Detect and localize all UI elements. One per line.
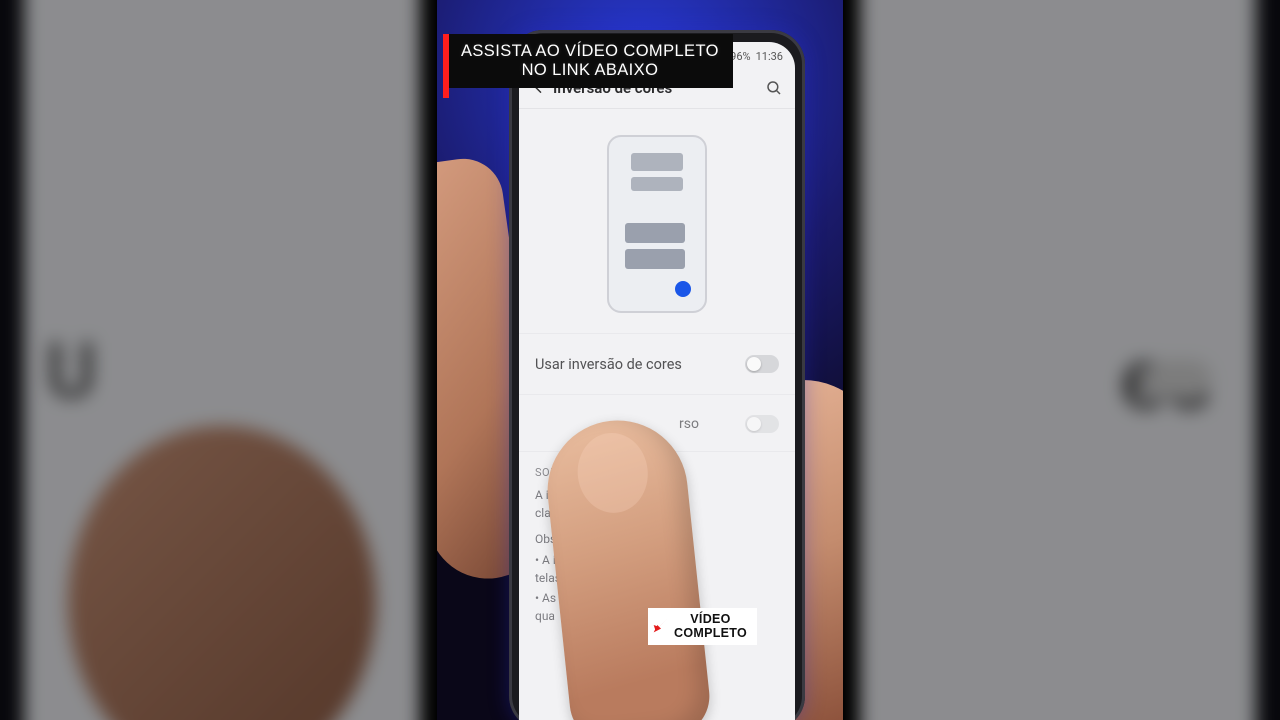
- search-icon[interactable]: [765, 79, 783, 97]
- battery-percent: 96%: [730, 50, 750, 63]
- cta-line-2: COMPLETO: [674, 626, 747, 640]
- toggle-label: Usar inversão de cores: [535, 356, 745, 373]
- banner-line-1: ASSISTA AO VÍDEO COMPLETO: [461, 42, 719, 61]
- fab-dot-icon: [675, 281, 691, 297]
- arrow-icon: [650, 614, 672, 636]
- cta-label[interactable]: VÍDEO COMPLETO: [648, 608, 757, 645]
- clock: 11:36: [756, 50, 783, 63]
- toggle-switch-secondary[interactable]: [745, 415, 779, 433]
- cta-line-1: VÍDEO: [690, 612, 730, 626]
- promo-banner: ASSISTA AO VÍDEO COMPLETO NO LINK ABAIXO: [443, 34, 733, 88]
- preview-illustration: [519, 109, 795, 333]
- toggle-switch-inversion[interactable]: [745, 355, 779, 373]
- banner-line-2: NO LINK ABAIXO: [461, 61, 719, 80]
- toggle-row-inversion[interactable]: Usar inversão de cores: [519, 333, 795, 394]
